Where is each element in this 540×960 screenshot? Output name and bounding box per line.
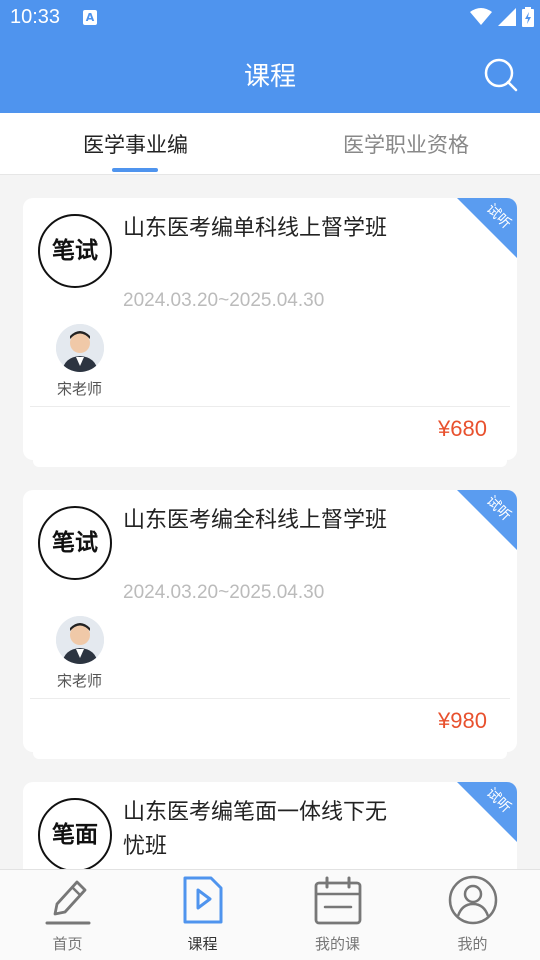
nav-home[interactable]: 首页	[0, 870, 135, 960]
course-price: ¥980	[438, 708, 487, 733]
course-type-badge: 笔试	[38, 214, 112, 288]
divider	[30, 698, 510, 699]
nav-home-label: 首页	[52, 935, 83, 953]
nav-my-courses-label: 我的课	[314, 935, 360, 953]
tab-medical-career-staff[interactable]: 医学事业编	[83, 129, 188, 159]
course-title: 山东医考编全科线上督学班	[123, 508, 388, 533]
teacher-avatar	[56, 324, 104, 372]
trial-ribbon: 试听	[457, 198, 517, 258]
pen-icon	[45, 880, 91, 925]
nav-courses-label: 课程	[187, 935, 218, 953]
course-card[interactable]: 笔试 山东医考编单科线上督学班 2024.03.20~2025.04.30 宋老…	[23, 198, 517, 460]
status-time: 10:33	[10, 6, 61, 28]
page-title: 课程	[243, 62, 296, 92]
wifi-icon	[470, 8, 492, 25]
app-notification-icon: A	[83, 10, 97, 25]
course-title: 山东医考编单科线上督学班	[123, 216, 388, 241]
tab-medical-qualification[interactable]: 医学职业资格	[343, 129, 469, 159]
card-stack-edge	[33, 752, 507, 759]
nav-my-courses[interactable]: 我的课	[270, 870, 405, 960]
user-icon	[448, 875, 498, 925]
nav-profile[interactable]: 我的	[405, 870, 540, 960]
divider	[30, 406, 510, 407]
calendar-icon	[314, 876, 362, 925]
course-date-range: 2024.03.20~2025.04.30	[123, 290, 325, 311]
battery-icon	[522, 7, 534, 27]
trial-ribbon: 试听	[457, 782, 517, 842]
course-price: ¥680	[438, 416, 487, 441]
course-type-badge: 笔面	[38, 798, 112, 872]
nav-courses[interactable]: 课程	[135, 870, 270, 960]
card-stack-edge	[33, 460, 507, 467]
bottom-navigation: 首页 课程 我的课 我的	[0, 869, 540, 960]
course-type-badge: 笔试	[38, 506, 112, 580]
system-icons	[470, 7, 534, 27]
course-date-range: 2024.03.20~2025.04.30	[123, 582, 325, 603]
teacher-name: 宋老师	[57, 672, 103, 690]
teacher-name: 宋老师	[57, 380, 103, 398]
teacher-avatar	[56, 616, 104, 664]
trial-ribbon: 试听	[457, 490, 517, 550]
nav-profile-label: 我的	[457, 935, 488, 953]
play-document-icon	[183, 876, 223, 924]
tab-active-indicator	[112, 168, 158, 172]
status-bar: 10:33 A	[0, 0, 540, 36]
course-title: 山东医考编笔面一体线下无忧班	[123, 800, 388, 859]
category-tabs: 医学事业编 医学职业资格	[0, 113, 540, 175]
signal-icon	[498, 8, 516, 26]
course-card[interactable]: 笔试 山东医考编全科线上督学班 2024.03.20~2025.04.30 宋老…	[23, 490, 517, 752]
header-bar: 课程	[0, 36, 540, 113]
search-icon[interactable]	[484, 58, 518, 92]
